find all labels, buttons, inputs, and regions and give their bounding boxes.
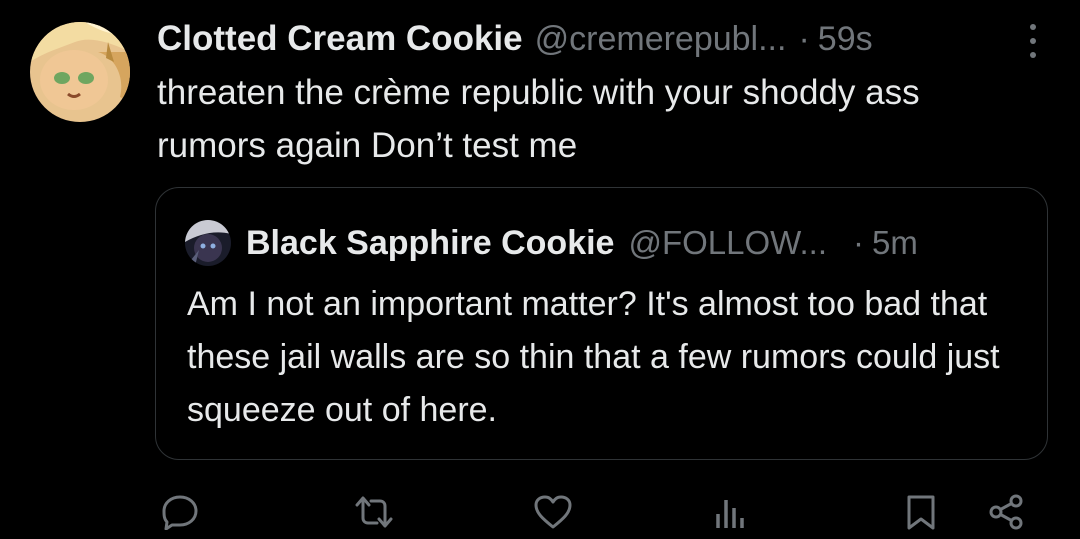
bookmark-icon <box>905 494 937 530</box>
bookmark-button[interactable] <box>905 494 937 530</box>
quoted-tweet-header: Black Sapphire Cookie @FOLLOW... · 5m <box>246 218 1019 268</box>
like-button[interactable] <box>533 494 573 530</box>
separator-dot: · <box>798 19 810 58</box>
share-button[interactable] <box>987 494 1025 530</box>
reply-button[interactable] <box>160 494 200 530</box>
like-icon <box>533 494 573 530</box>
quoted-tweet[interactable]: Black Sapphire Cookie @FOLLOW... · 5m Am… <box>155 187 1048 460</box>
quoted-tweet-timestamp: 5m <box>872 224 918 261</box>
action-bar <box>0 488 1080 539</box>
quoted-author-avatar[interactable] <box>185 220 231 266</box>
quoted-author-handle: @FOLLOW... <box>628 224 828 261</box>
author-name[interactable]: Clotted Cream Cookie <box>157 19 523 59</box>
views-button[interactable] <box>713 494 747 530</box>
quoted-author-name: Black Sapphire Cookie <box>246 223 615 262</box>
tweet-header: Clotted Cream Cookie @cremerepubl... · 5… <box>157 14 1050 64</box>
retweet-icon <box>354 494 394 530</box>
author-avatar[interactable] <box>30 22 130 122</box>
share-icon <box>987 494 1025 530</box>
retweet-button[interactable] <box>354 494 394 530</box>
quoted-tweet-text: Am I not an important matter? It's almos… <box>187 285 1000 429</box>
views-icon <box>713 494 747 530</box>
quoted-separator-dot: · <box>853 224 865 261</box>
author-handle[interactable]: @cremerepubl... <box>535 20 787 59</box>
more-options-icon[interactable] <box>1028 24 1038 58</box>
tweet-text: threaten the crème republic with your sh… <box>157 73 920 165</box>
tweet-timestamp[interactable]: 59s <box>818 20 873 59</box>
reply-icon <box>160 494 200 530</box>
